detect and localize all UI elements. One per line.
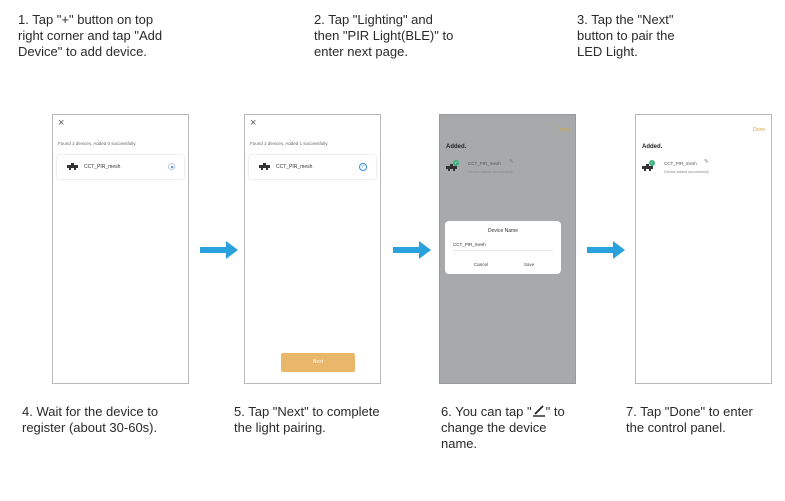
save-button[interactable]: Save bbox=[524, 262, 534, 267]
done-button[interactable]: Done bbox=[753, 127, 765, 133]
device-row[interactable]: CCT_PIR_mesh ✓ bbox=[249, 155, 376, 179]
step-4-instruction: 4. Wait for the device to register (abou… bbox=[22, 404, 159, 435]
added-device-icon: ✓ bbox=[446, 160, 464, 174]
pencil-icon[interactable]: ✎ bbox=[704, 159, 709, 165]
device-name: CCT_PIR_mesh bbox=[84, 164, 121, 170]
dialog-title: Device Name bbox=[487, 228, 518, 234]
step-2-instruction: 2. Tap "Lighting" and then "PIR Light(BL… bbox=[314, 12, 454, 59]
added-subtitle: Device added successfully bbox=[664, 170, 709, 174]
right-arrow-icon bbox=[393, 241, 431, 259]
registering-indicator bbox=[168, 163, 175, 170]
pencil-icon bbox=[532, 405, 545, 417]
added-title: Added. bbox=[642, 144, 663, 150]
device-name-input[interactable]: CCT_PIR_mesh bbox=[453, 242, 486, 247]
device-row[interactable]: CCT_PIR_mesh bbox=[57, 155, 184, 179]
input-underline bbox=[453, 250, 553, 251]
step-6-instruction: 6. You can tap " " to change the device n… bbox=[441, 404, 565, 452]
phone-screen-paired: × Found 1 devices. Added 1 successfully.… bbox=[244, 114, 381, 384]
step-6-text-start: 6. You can tap " bbox=[441, 404, 532, 419]
check-icon: ✓ bbox=[359, 163, 367, 171]
scan-status: Found 1 devices. Added 1 successfully. bbox=[250, 141, 329, 146]
added-subtitle: Device added successfully bbox=[468, 170, 513, 174]
ceiling-light-icon bbox=[67, 163, 78, 170]
scan-status: Found 1 devices. Added 0 successfully. bbox=[58, 141, 137, 146]
step-5-instruction: 5. Tap "Next" to complete the light pair… bbox=[234, 404, 380, 435]
done-button[interactable]: Done bbox=[557, 127, 569, 133]
step-1-instruction: 1. Tap "+" button on top right corner an… bbox=[18, 12, 163, 59]
step-3-instruction: 3. Tap the "Next" button to pair the LED… bbox=[577, 12, 675, 59]
right-arrow-icon bbox=[200, 241, 238, 259]
cancel-button[interactable]: Cancel bbox=[474, 262, 488, 267]
right-arrow-icon bbox=[587, 241, 625, 259]
check-badge-icon: ✓ bbox=[453, 160, 459, 166]
phone-screen-rename: Done Added. ✓ CCT_PIR_mesh ✎ Device adde… bbox=[439, 114, 576, 384]
added-device-icon: ✓ bbox=[642, 160, 660, 174]
device-name: CCT_PIR_mesh bbox=[468, 161, 501, 166]
rename-dialog: Device Name CCT_PIR_mesh Cancel Save bbox=[445, 221, 561, 274]
phone-screen-added: Done Added. ✓ CCT_PIR_mesh ✎ Device adde… bbox=[635, 114, 772, 384]
ceiling-light-icon bbox=[259, 163, 270, 170]
close-icon[interactable]: × bbox=[250, 117, 256, 129]
device-name: CCT_PIR_mesh bbox=[664, 161, 697, 166]
added-title: Added. bbox=[446, 144, 467, 150]
pencil-icon[interactable]: ✎ bbox=[509, 159, 514, 165]
check-badge-icon: ✓ bbox=[649, 160, 655, 166]
next-button[interactable]: Next bbox=[281, 353, 355, 372]
close-icon[interactable]: × bbox=[58, 117, 64, 129]
device-name: CCT_PIR_mesh bbox=[276, 164, 313, 170]
phone-screen-registering: × Found 1 devices. Added 0 successfully.… bbox=[52, 114, 189, 384]
step-7-instruction: 7. Tap "Done" to enter the control panel… bbox=[626, 404, 753, 435]
